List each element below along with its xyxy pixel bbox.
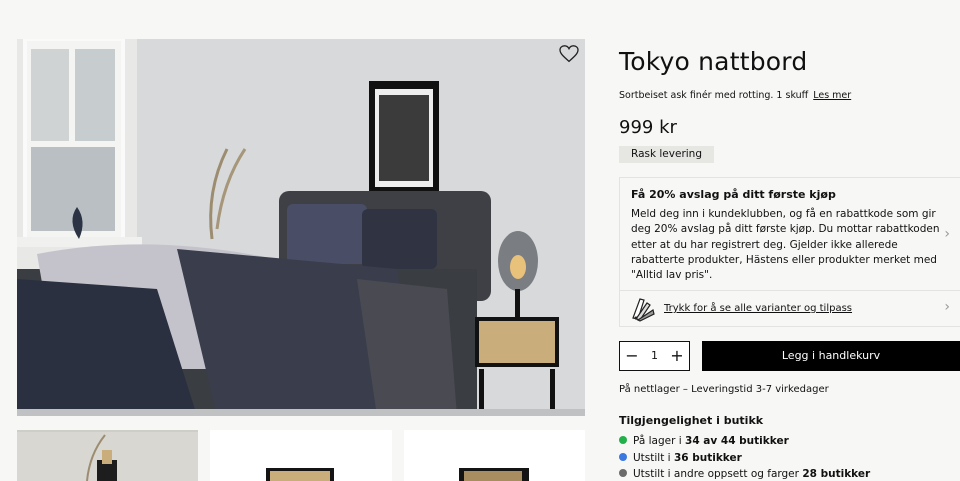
variants-label: Trykk for å se alle varianter og tilpass [664,303,853,314]
status-dot-icon [619,436,627,444]
fast-delivery-badge: Rask levering [619,146,714,163]
quantity-stepper: − 1 + [619,341,690,371]
thumbnail-image [17,430,198,481]
availability-value: 34 av 44 butikker [685,435,789,447]
add-to-cart-button[interactable]: Legg i handlekurv [702,341,960,371]
heart-icon[interactable] [559,45,579,63]
read-more-link[interactable]: Les mer [813,90,851,101]
quantity-value[interactable]: 1 [640,349,669,362]
variants-link-row[interactable]: Trykk for å se alle varianter og tilpass… [619,291,960,327]
product-title: Tokyo nattbord [619,47,808,76]
chevron-right-icon: › [944,226,950,242]
promo-text: Meld deg inn i kundeklubben, og få en ra… [631,208,940,282]
availability-prefix: Utstilt i [633,452,674,464]
promo-title: Få 20% avslag på ditt første kjøp [631,188,836,201]
thumbnail-2[interactable] [210,430,392,481]
availability-value: 28 butikker [802,468,871,480]
quantity-increase-button[interactable]: + [667,346,687,366]
status-dot-icon [619,469,627,477]
availability-row-displayed[interactable]: Utstilt i 36 butikker [619,452,742,464]
chevron-right-icon: › [944,299,950,315]
product-description: Sortbeiset ask finér med rotting. 1 skuf… [619,90,851,101]
quantity-decrease-button[interactable]: − [622,346,642,366]
availability-row-in-stock[interactable]: På lager i 34 av 44 butikker [619,435,789,447]
swatch-fan-icon [632,298,655,322]
thumbnail-image [404,430,585,481]
thumbnail-3[interactable] [404,430,585,481]
product-price: 999 kr [619,117,677,138]
bedroom-scene-image [17,39,585,416]
promo-box[interactable]: Få 20% avslag på ditt første kjøp Meld d… [619,177,960,291]
delivery-info: På nettlager – Leveringstid 3-7 virkedag… [619,384,829,395]
availability-prefix: På lager i [633,435,686,447]
thumbnail-image [210,430,392,481]
description-text: Sortbeiset ask finér med rotting. 1 skuf… [619,90,809,101]
availability-value: 36 butikker [673,452,742,464]
status-dot-icon [619,453,627,461]
thumbnail-1[interactable] [17,430,198,481]
availability-prefix: Utstilt i andre oppsett og farger [633,468,803,480]
main-product-image[interactable] [17,39,585,416]
availability-title: Tilgjengelighet i butikk [619,414,764,427]
availability-row-other-setups[interactable]: Utstilt i andre oppsett og farger 28 but… [619,468,870,480]
